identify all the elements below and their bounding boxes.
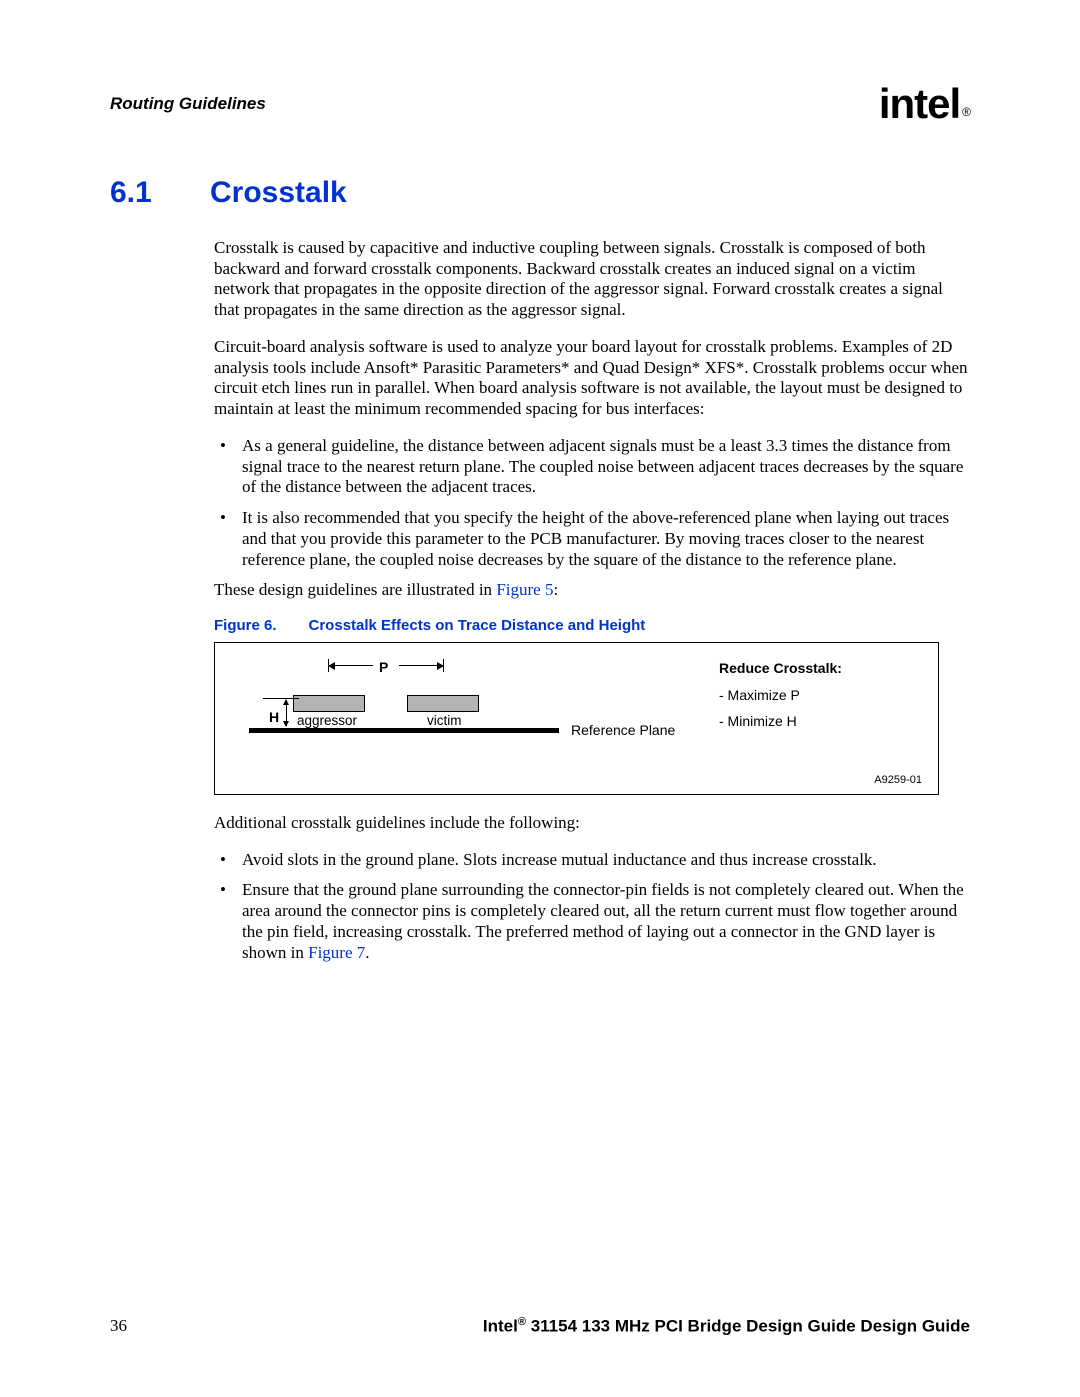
- footer-pre: Intel: [483, 1317, 518, 1336]
- figure-label: Figure 6.: [214, 617, 277, 634]
- aggressor-label: aggressor: [297, 713, 357, 728]
- figure-7-link[interactable]: Figure 7: [308, 943, 365, 962]
- section-heading: 6.1 Crosstalk: [110, 176, 970, 210]
- bullet-4: Ensure that the ground plane surrounding…: [214, 880, 970, 963]
- p-arrow-left: [329, 665, 373, 666]
- figure-id: A9259-01: [231, 760, 922, 786]
- header-section-title: Routing Guidelines: [110, 94, 266, 114]
- bullet-list-2: Avoid slots in the ground plane. Slots i…: [214, 850, 970, 964]
- reduce-crosstalk-box: Reduce Crosstalk: - Maximize P - Minimiz…: [719, 655, 842, 735]
- crosstalk-diagram: P H aggressor victim Reference Plane Red…: [231, 655, 922, 760]
- reference-plane: [249, 728, 559, 733]
- intel-logo: intel ®: [879, 80, 970, 128]
- figure-title: Crosstalk Effects on Trace Distance and …: [309, 617, 646, 634]
- paragraph-3: These design guidelines are illustrated …: [214, 580, 970, 601]
- figure-caption: Figure 6. Crosstalk Effects on Trace Dis…: [214, 617, 970, 634]
- h-tick: [263, 698, 299, 699]
- reduce-item-2: - Minimize H: [719, 708, 842, 735]
- figure-5-link[interactable]: Figure 5: [496, 580, 553, 599]
- bullet-1: As a general guideline, the distance bet…: [214, 436, 970, 498]
- p3-post: :: [553, 580, 558, 599]
- section-number: 6.1: [110, 176, 162, 210]
- h-arrow: [286, 700, 287, 726]
- body-content: Crosstalk is caused by capacitive and in…: [214, 238, 970, 601]
- page-header: Routing Guidelines intel ®: [110, 80, 970, 128]
- aggressor-trace: [293, 695, 365, 712]
- logo-registered: ®: [962, 105, 970, 119]
- section-title: Crosstalk: [210, 176, 347, 210]
- bullet-list-1: As a general guideline, the distance bet…: [214, 436, 970, 570]
- bullet-3: Avoid slots in the ground plane. Slots i…: [214, 850, 970, 871]
- page-number: 36: [110, 1316, 127, 1337]
- paragraph-4: Additional crosstalk guidelines include …: [214, 813, 970, 834]
- footer-post: 31154 133 MHz PCI Bridge Design Guide De…: [526, 1317, 970, 1336]
- page-footer: 36 Intel® 31154 133 MHz PCI Bridge Desig…: [110, 1316, 970, 1337]
- reduce-title: Reduce Crosstalk:: [719, 655, 842, 682]
- footer-reg: ®: [518, 1316, 526, 1328]
- victim-label: victim: [427, 713, 462, 728]
- reference-plane-label: Reference Plane: [571, 722, 675, 738]
- paragraph-1: Crosstalk is caused by capacitive and in…: [214, 238, 970, 321]
- footer-doc-title: Intel® 31154 133 MHz PCI Bridge Design G…: [483, 1316, 970, 1337]
- h-label: H: [269, 709, 279, 725]
- b4-post: .: [365, 943, 369, 962]
- reduce-item-1: - Maximize P: [719, 682, 842, 709]
- p3-pre: These design guidelines are illustrated …: [214, 580, 496, 599]
- victim-trace: [407, 695, 479, 712]
- logo-text: intel: [879, 80, 960, 128]
- figure-6-box: P H aggressor victim Reference Plane Red…: [214, 642, 939, 795]
- p-arrow-right: [399, 665, 443, 666]
- p-label: P: [379, 659, 388, 675]
- paragraph-2: Circuit-board analysis software is used …: [214, 337, 970, 420]
- body-content-2: Additional crosstalk guidelines include …: [214, 813, 970, 963]
- bullet-2: It is also recommended that you specify …: [214, 508, 970, 570]
